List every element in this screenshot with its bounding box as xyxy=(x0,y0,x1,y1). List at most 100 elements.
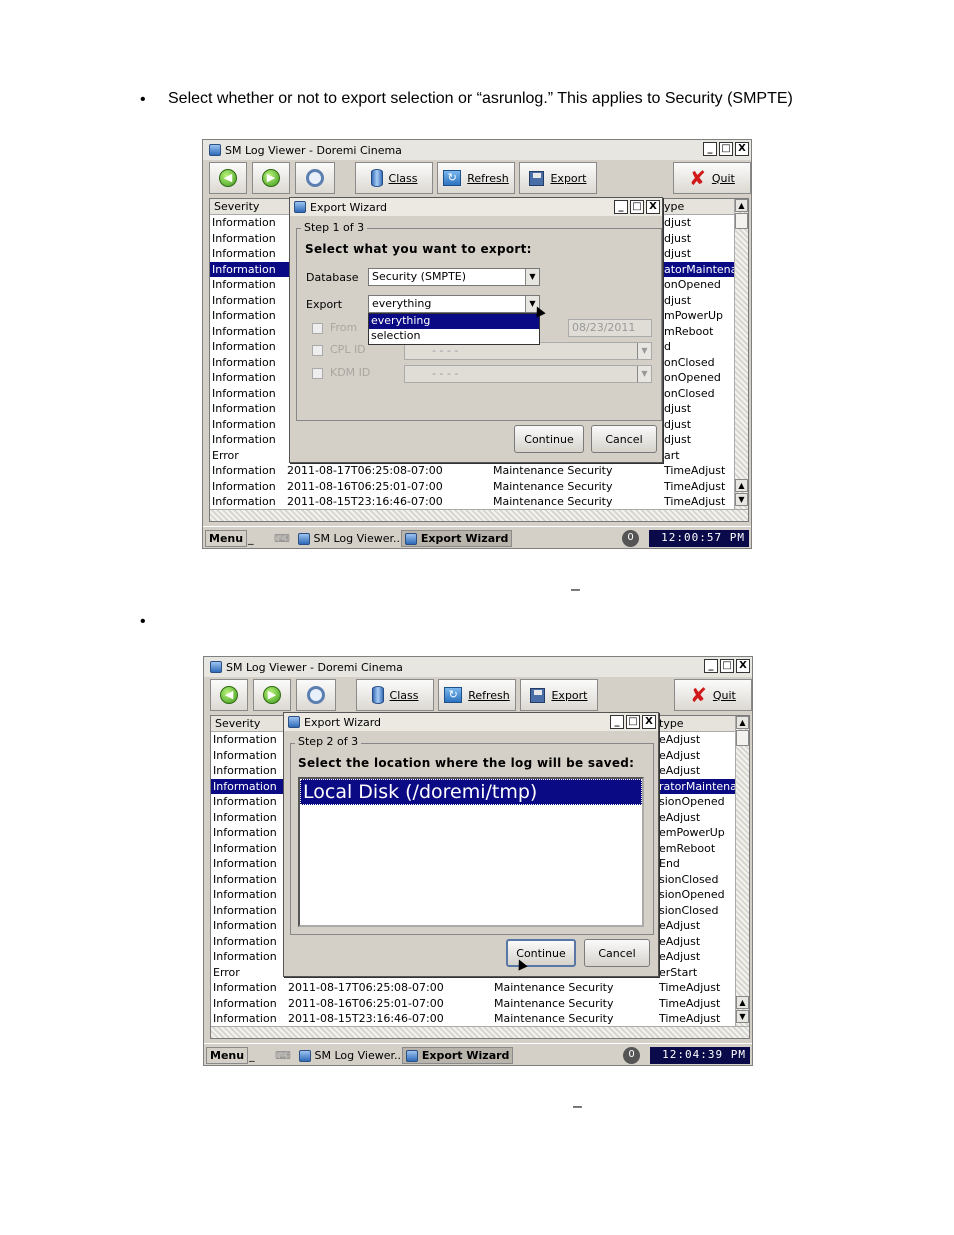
tray-indicator-icon[interactable]: 0 xyxy=(622,530,639,547)
option-selection[interactable]: selection xyxy=(369,329,539,344)
table-row[interactable]: Information 2011-08-16T06:25:01-07:00 Main… xyxy=(210,479,734,495)
column-severity[interactable]: Severity xyxy=(215,717,260,730)
class-label: Class xyxy=(388,171,418,185)
keyboard-icon[interactable]: ⌨ xyxy=(272,1047,294,1064)
table-row[interactable]: Information 2011-08-15T23:16:46-07:00 Main… xyxy=(211,1011,735,1027)
scroll-down-icon[interactable]: ▼ xyxy=(735,493,748,506)
dialog-titlebar: Export Wizard _ □ X xyxy=(284,713,658,731)
save-icon xyxy=(530,687,546,703)
table-row[interactable]: Information 2011-08-17T06:25:08-07:00 Main… xyxy=(211,980,735,996)
show-desktop-button[interactable]: _ xyxy=(246,1047,258,1064)
quit-icon: ✘ xyxy=(690,683,707,707)
menu-button[interactable]: Menu xyxy=(205,530,248,547)
kdm-id-value: - - - - xyxy=(432,367,459,380)
search-button[interactable] xyxy=(295,162,335,194)
cancel-button[interactable]: Cancel xyxy=(591,425,657,453)
scroll-up-icon-lower[interactable]: ▲ xyxy=(736,996,749,1009)
search-button[interactable] xyxy=(296,679,336,711)
kdm-id-select[interactable]: - - - - ▼ xyxy=(404,365,652,383)
scroll-thumb[interactable] xyxy=(735,213,748,229)
horizontal-scrollbar[interactable] xyxy=(210,509,748,521)
maximize-button[interactable]: □ xyxy=(719,142,733,156)
back-button[interactable]: ◀ xyxy=(209,162,247,194)
back-button[interactable]: ◀ xyxy=(210,679,248,711)
cancel-button[interactable]: Cancel xyxy=(584,939,650,967)
cell-type: djust xyxy=(664,247,692,260)
dialog-title: Export Wizard xyxy=(310,200,388,214)
horizontal-scrollbar[interactable] xyxy=(211,1026,749,1038)
dialog-minimize-button[interactable]: _ xyxy=(610,715,624,729)
vertical-scrollbar[interactable]: ▲ ▲ ▼ xyxy=(734,199,748,509)
taskbar: Menu _ ⌨ SM Log Viewer... Export Wizard … xyxy=(204,1043,752,1065)
minimize-button[interactable]: _ xyxy=(704,659,718,673)
column-type[interactable]: type xyxy=(659,717,684,730)
scroll-down-icon[interactable]: ▼ xyxy=(736,1010,749,1023)
quit-button[interactable]: ✘ Quit xyxy=(674,679,752,711)
table-row[interactable]: Information 2011-08-15T23:16:46-07:00 Main… xyxy=(210,494,734,510)
export-type-select[interactable]: everything ▼ xyxy=(368,295,540,313)
menu-button[interactable]: Menu xyxy=(206,1047,249,1064)
taskbar-item-export-wizard[interactable]: Export Wizard xyxy=(402,1047,514,1064)
cell-severity: Information xyxy=(212,231,276,245)
class-button[interactable]: Class xyxy=(355,162,433,194)
column-severity[interactable]: Severity xyxy=(214,200,259,213)
cell-severity: Information xyxy=(213,810,277,824)
cell-severity: Information xyxy=(212,355,276,369)
close-button[interactable]: X xyxy=(736,659,750,673)
class-button[interactable]: Class xyxy=(356,679,434,711)
cpl-id-value: - - - - xyxy=(432,344,459,357)
minimize-button[interactable]: _ xyxy=(703,142,717,156)
cell-severity: Information xyxy=(212,417,276,431)
from-checkbox[interactable] xyxy=(312,323,323,334)
cell-cls: Maintenance Security xyxy=(494,996,614,1010)
dialog-close-button[interactable]: X xyxy=(642,715,656,729)
scroll-up-icon[interactable]: ▲ xyxy=(735,199,748,212)
quit-button[interactable]: ✘ Quit xyxy=(673,162,751,194)
cell-type: djust xyxy=(664,293,692,307)
refresh-button[interactable]: ↻ Refresh xyxy=(438,679,516,711)
cell-type: onOpened xyxy=(664,278,721,291)
cell-type: ratorMaintena xyxy=(659,779,737,793)
export-label: Export xyxy=(550,171,587,185)
tray-indicator-icon[interactable]: 0 xyxy=(623,1047,640,1064)
app-icon xyxy=(210,661,222,673)
column-type[interactable]: ype xyxy=(664,200,684,213)
kdm-id-checkbox[interactable] xyxy=(312,368,323,379)
maximize-button[interactable]: □ xyxy=(720,659,734,673)
option-everything[interactable]: everything xyxy=(369,314,539,329)
forward-button[interactable]: ▶ xyxy=(252,162,290,194)
export-button[interactable]: Export xyxy=(519,162,597,194)
taskbar-item-log-viewer[interactable]: SM Log Viewer... xyxy=(295,530,407,547)
continue-button[interactable]: Continue xyxy=(514,425,584,453)
cell-severity: Information xyxy=(213,857,277,870)
table-row[interactable]: Information 2011-08-17T06:25:08-07:00 Main… xyxy=(210,463,734,479)
from-date-field[interactable]: 08/23/2011 xyxy=(568,319,652,337)
dialog-close-button[interactable]: X xyxy=(646,200,660,214)
keyboard-icon[interactable]: ⌨ xyxy=(271,530,293,547)
cell-severity: Information xyxy=(212,340,276,353)
database-label: Database xyxy=(306,271,359,284)
export-button[interactable]: Export xyxy=(520,679,598,711)
scroll-up-icon-lower[interactable]: ▲ xyxy=(735,479,748,492)
location-item-local-disk[interactable]: Local Disk (/doremi/tmp) xyxy=(300,779,642,805)
taskbar-item-export-wizard[interactable]: Export Wizard xyxy=(401,530,513,547)
scroll-thumb[interactable] xyxy=(736,730,749,746)
location-list[interactable]: Local Disk (/doremi/tmp) xyxy=(298,777,644,927)
show-desktop-button[interactable]: _ xyxy=(245,530,257,547)
database-select[interactable]: Security (SMPTE) ▼ xyxy=(368,268,540,286)
cell-type: djust xyxy=(664,433,692,446)
scroll-up-icon[interactable]: ▲ xyxy=(736,716,749,729)
vertical-scrollbar[interactable]: ▲ ▲ ▼ xyxy=(735,716,749,1026)
cell-type: emReboot xyxy=(659,841,716,855)
forward-button[interactable]: ▶ xyxy=(253,679,291,711)
close-button[interactable]: X xyxy=(735,142,749,156)
refresh-button[interactable]: ↻ Refresh xyxy=(437,162,515,194)
taskbar-item-log-viewer[interactable]: SM Log Viewer... xyxy=(296,1047,408,1064)
dialog-maximize-button[interactable]: □ xyxy=(630,200,644,214)
table-row[interactable]: Information 2011-08-16T06:25:01-07:00 Main… xyxy=(211,996,735,1012)
class-label: Class xyxy=(389,688,419,702)
dialog-minimize-button[interactable]: _ xyxy=(614,200,628,214)
cell-severity: Information xyxy=(213,841,277,855)
cpl-id-checkbox[interactable] xyxy=(312,345,323,356)
dialog-maximize-button[interactable]: □ xyxy=(626,715,640,729)
